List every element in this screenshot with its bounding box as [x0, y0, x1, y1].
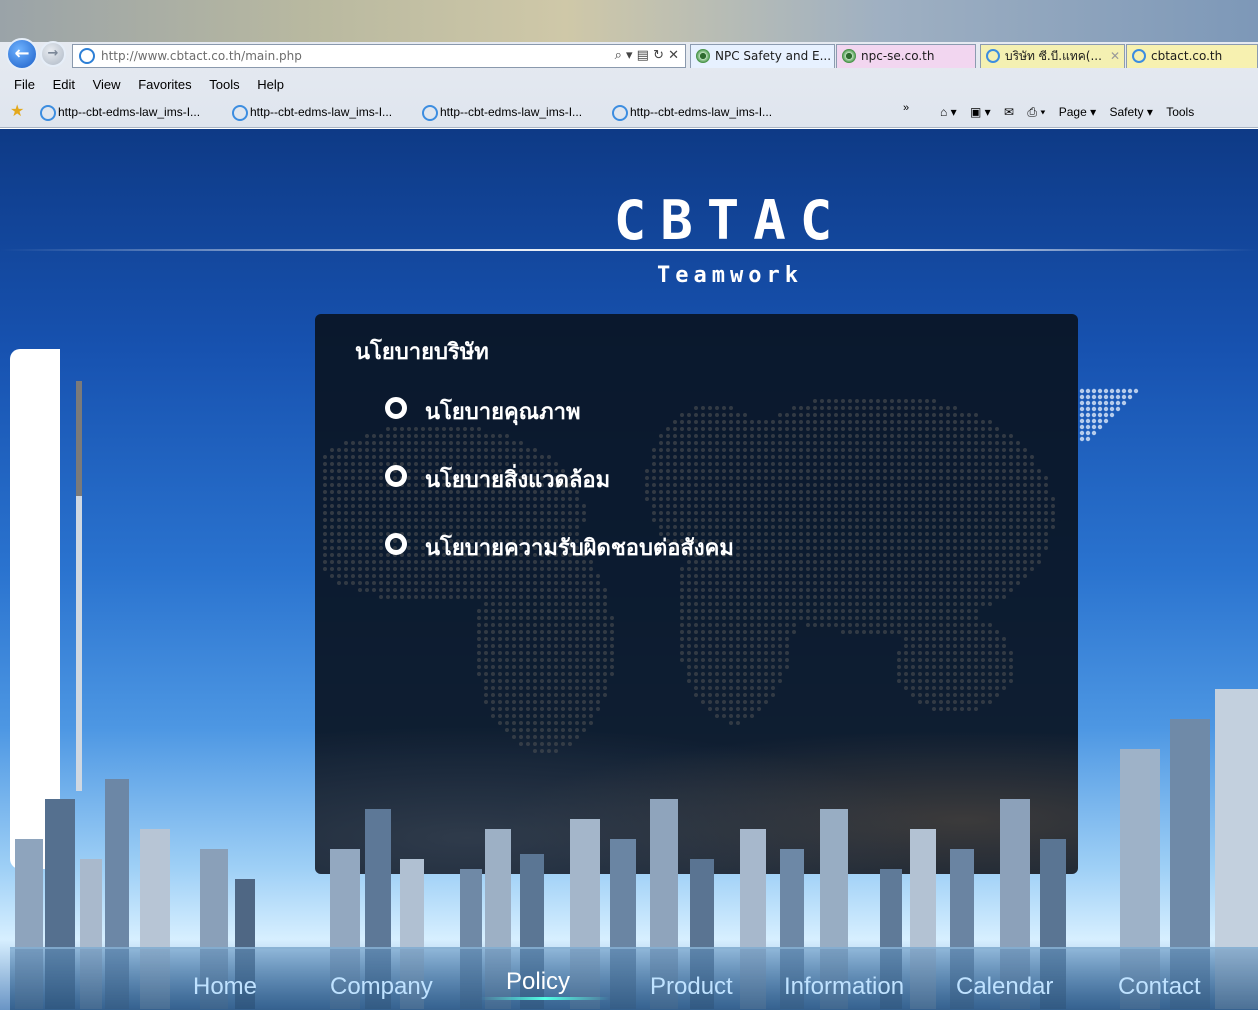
- nav-home[interactable]: Home: [193, 973, 257, 1001]
- site-tagline: Teamwork: [657, 263, 803, 288]
- nav-calendar[interactable]: Calendar: [956, 973, 1053, 1001]
- site-logo: CBTAC: [613, 189, 847, 252]
- favorites-overflow-icon[interactable]: »: [903, 96, 909, 120]
- address-url: http://www.cbtact.co.th/main.php: [101, 49, 302, 63]
- ring-bullet-icon: [385, 533, 407, 555]
- tab-label: บริษัท ซี.บี.แทค(...: [1005, 49, 1102, 63]
- address-tools-icons[interactable]: ⌕ ▾ ▤ ↻ ✕: [615, 45, 679, 67]
- tab-close-icon[interactable]: ✕: [1110, 45, 1120, 67]
- command-bar: ⌂ ▾ ▣ ▾ ✉ ⎙ ▾ Page ▾ Safety ▾ Tools: [930, 100, 1194, 124]
- web-page: CBTAC Teamwork นโยบายบริษัท นโยบายคุณภาพ…: [0, 129, 1258, 1010]
- print-icon[interactable]: ⎙ ▾: [1027, 105, 1045, 119]
- window-titlebar: [0, 0, 1258, 42]
- nav-information[interactable]: Information: [784, 973, 904, 1001]
- menu-help[interactable]: Help: [257, 74, 284, 96]
- page-menu[interactable]: Page ▾: [1059, 105, 1096, 119]
- nav-company[interactable]: Company: [330, 973, 433, 1001]
- policy-link-label: นโยบายความรับผิดชอบต่อสังคม: [425, 536, 734, 561]
- nav-contact[interactable]: Contact: [1118, 973, 1201, 1001]
- menu-view[interactable]: View: [93, 74, 121, 96]
- nav-policy[interactable]: Policy: [506, 968, 570, 996]
- mail-icon[interactable]: ✉: [1004, 105, 1014, 119]
- address-bar[interactable]: http://www.cbtact.co.th/main.php ⌕ ▾ ▤ ↻…: [72, 44, 686, 68]
- site-nav-bar: Home Company Policy Product Information …: [10, 947, 1258, 1010]
- active-nav-underline: [480, 997, 610, 1000]
- browser-tab-npc-safety[interactable]: NPC Safety and E...: [690, 44, 835, 68]
- browser-tab-npc-se[interactable]: npc-se.co.th: [836, 44, 976, 68]
- forward-button[interactable]: →: [40, 41, 66, 67]
- favorite-link[interactable]: http--cbt-edms-law_ims-I...: [612, 100, 772, 124]
- menu-file[interactable]: File: [14, 74, 35, 96]
- tab-label: cbtact.co.th: [1151, 49, 1223, 63]
- ie-favicon-icon: [986, 49, 1000, 63]
- favorites-star-icon[interactable]: ★: [10, 100, 24, 124]
- menu-favorites[interactable]: Favorites: [138, 74, 191, 96]
- safety-menu[interactable]: Safety ▾: [1109, 105, 1152, 119]
- browser-tab-cbtact[interactable]: cbtact.co.th: [1126, 44, 1258, 68]
- browser-tab-cbtac-company[interactable]: บริษัท ซี.บี.แทค(... ✕: [980, 44, 1125, 68]
- back-button[interactable]: ←: [6, 38, 38, 70]
- map-dots-fragment: [1079, 388, 1139, 442]
- npc-favicon-icon: [696, 49, 710, 63]
- tools-menu[interactable]: Tools: [1166, 105, 1194, 119]
- menu-tools[interactable]: Tools: [209, 74, 239, 96]
- menu-bar: File Edit View Favorites Tools Help: [0, 74, 1258, 96]
- favorites-bar: ★ http--cbt-edms-law_ims-I... http--cbt-…: [0, 100, 1258, 124]
- feeds-icon[interactable]: ▣ ▾: [970, 105, 991, 119]
- policy-link-label: นโยบายคุณภาพ: [425, 400, 581, 425]
- nav-product[interactable]: Product: [650, 973, 733, 1001]
- ring-bullet-icon: [385, 397, 407, 419]
- npc-favicon-icon: [842, 49, 856, 63]
- home-icon[interactable]: ⌂ ▾: [940, 105, 957, 119]
- policy-link-label: นโยบายสิ่งแวดล้อม: [425, 468, 611, 493]
- tab-label: NPC Safety and E...: [715, 49, 832, 63]
- favorite-link[interactable]: http--cbt-edms-law_ims-I...: [422, 100, 582, 124]
- policy-panel-title: นโยบายบริษัท: [355, 340, 489, 365]
- favorite-link[interactable]: http--cbt-edms-law_ims-I...: [40, 100, 200, 124]
- tab-label: npc-se.co.th: [861, 49, 935, 63]
- ie-favicon-icon: [1132, 49, 1146, 63]
- menu-edit[interactable]: Edit: [53, 74, 75, 96]
- browser-chrome: ← → http://www.cbtact.co.th/main.php ⌕ ▾…: [0, 0, 1258, 128]
- ie-favicon-icon: [79, 48, 95, 64]
- favorite-link[interactable]: http--cbt-edms-law_ims-I...: [232, 100, 392, 124]
- ring-bullet-icon: [385, 465, 407, 487]
